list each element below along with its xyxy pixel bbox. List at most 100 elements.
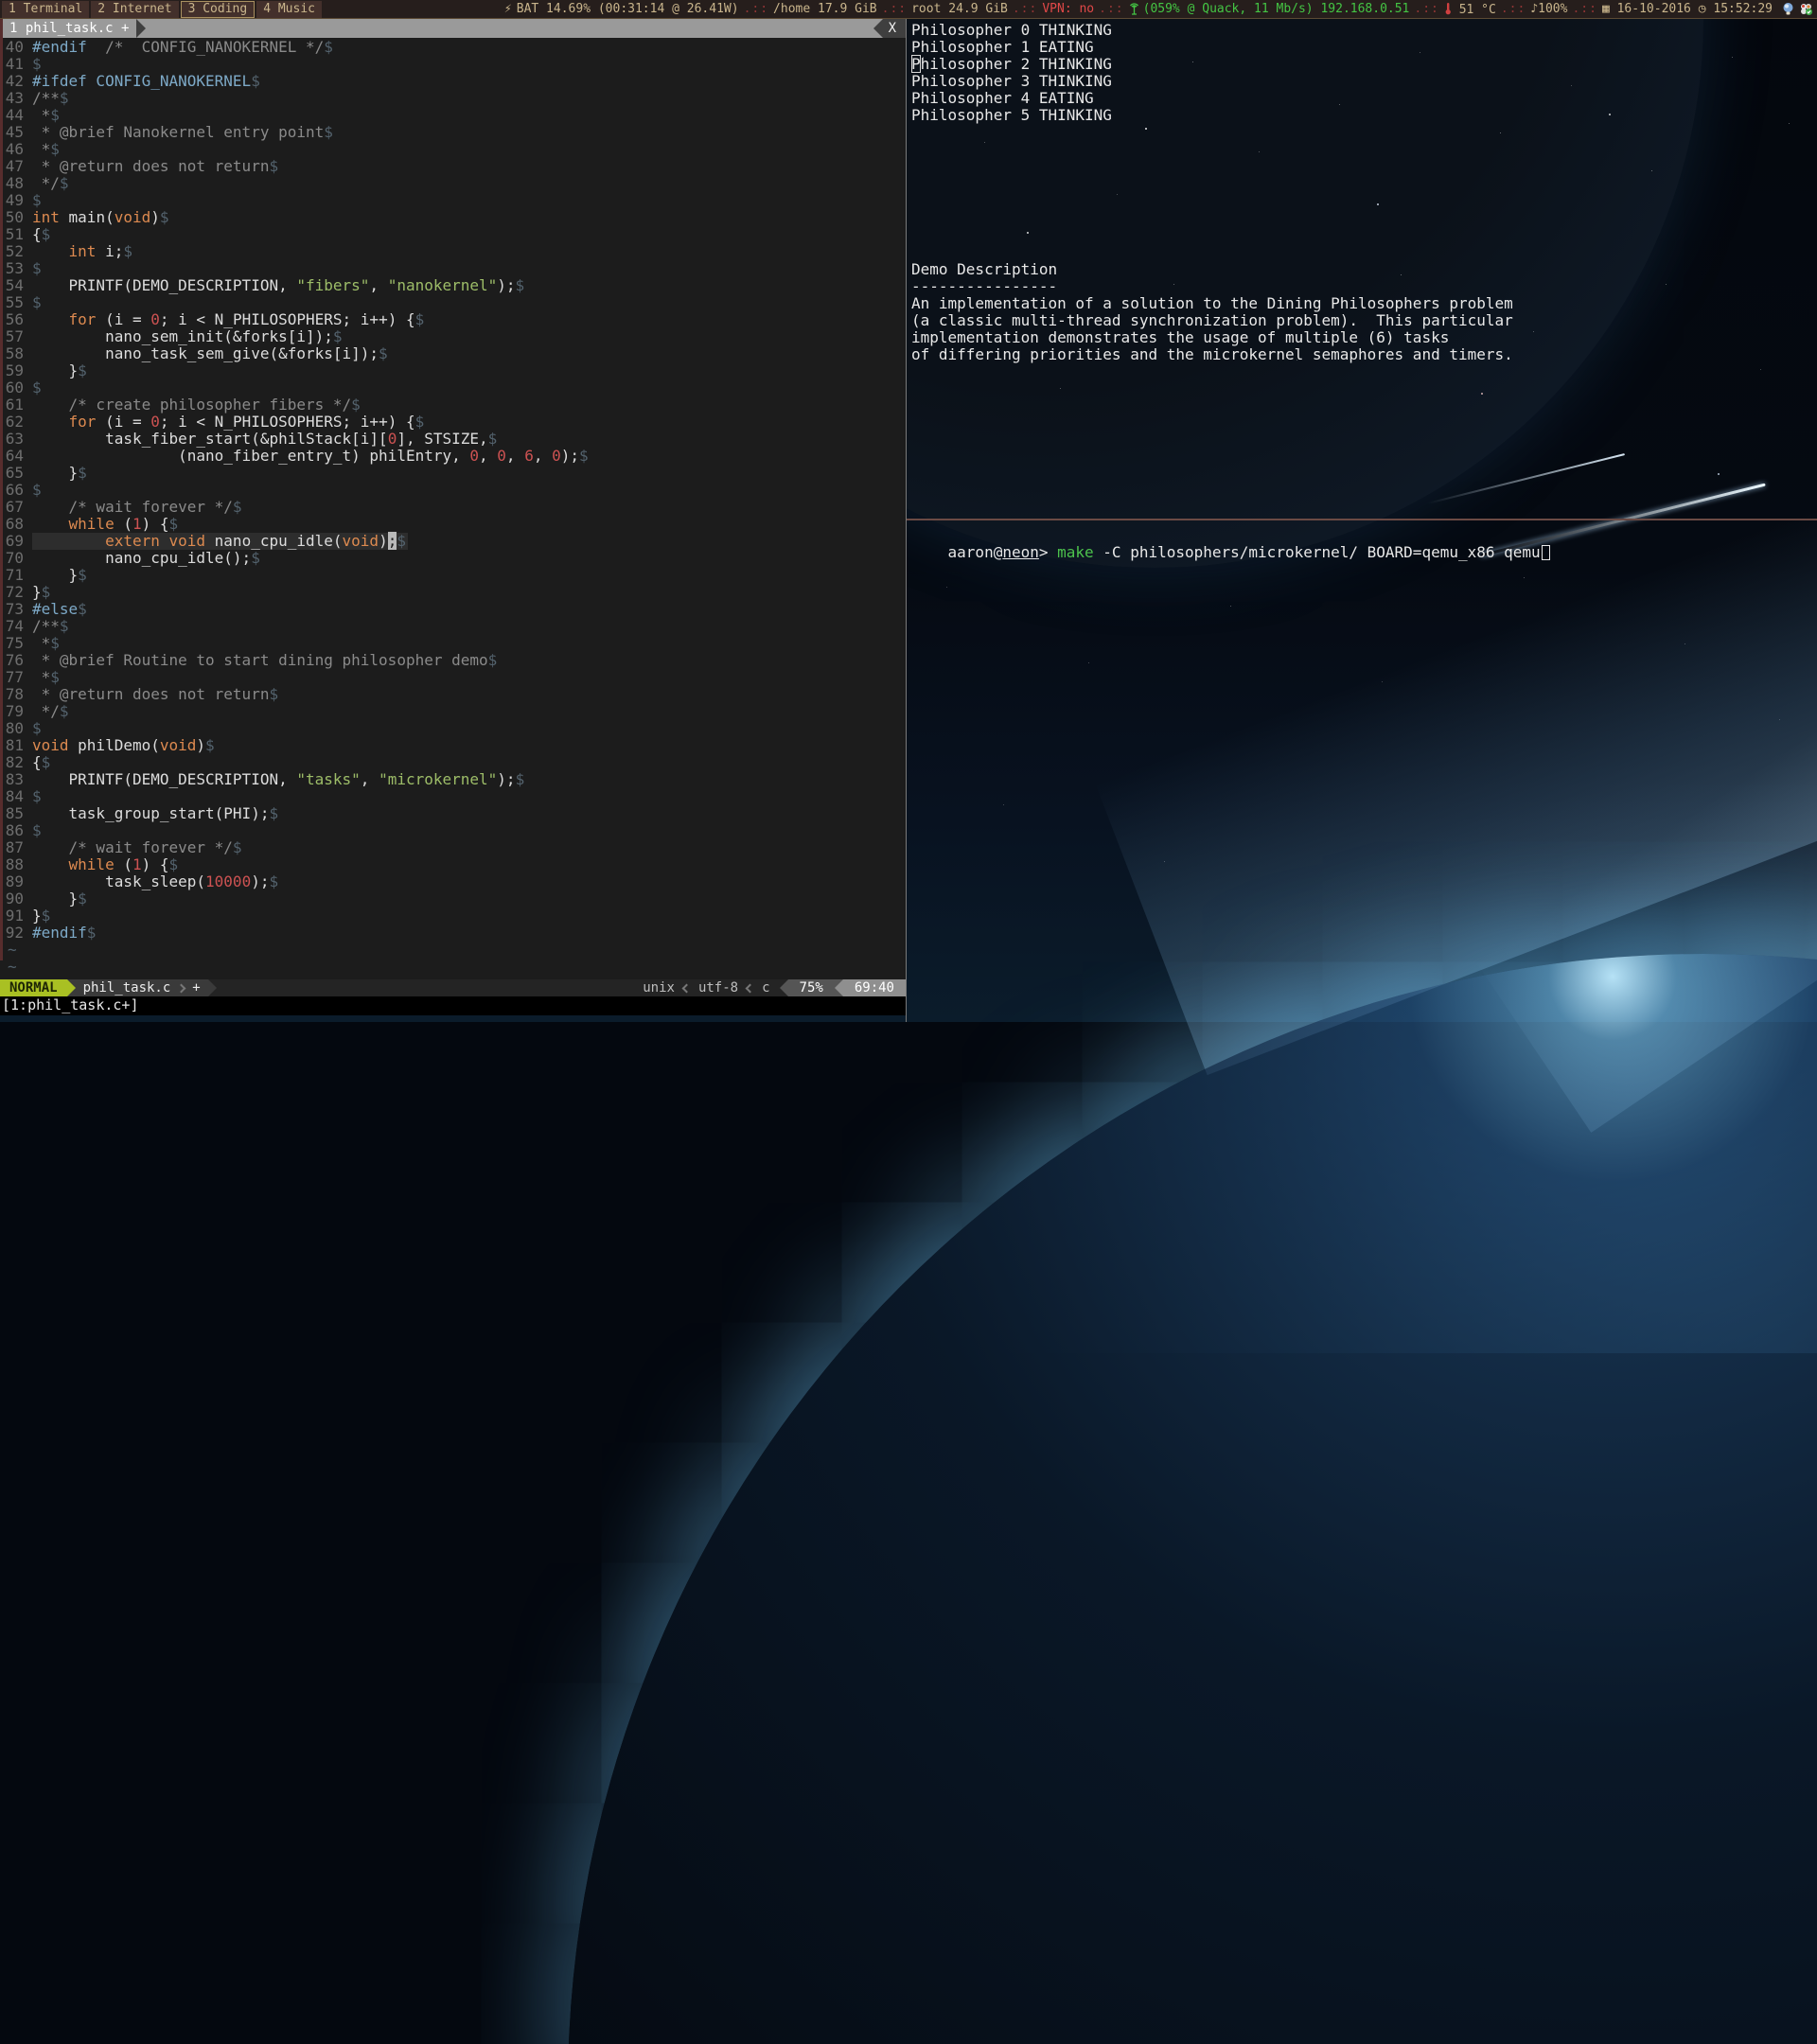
top-status-bar: 1 Terminal2 Internet3 Coding4 Music ⚡ BA…	[0, 0, 1817, 19]
terminal-cursor	[1542, 545, 1550, 560]
code-line: 41$	[0, 56, 906, 73]
line-text: *$	[32, 107, 60, 124]
calendar-icon: ▦	[1602, 2, 1610, 16]
code-line: 83 PRINTF(DEMO_DESCRIPTION, "tasks", "mi…	[0, 771, 906, 788]
code-line: 86$	[0, 822, 906, 839]
tab-close-button[interactable]: X	[883, 19, 906, 38]
separator: .::	[1501, 2, 1526, 16]
line-number: 43	[0, 90, 32, 107]
code-line: 68 while (1) {$	[0, 516, 906, 533]
vim-tabline: 1 phil_task.c + X	[0, 19, 906, 38]
code-line: 71 }$	[0, 567, 906, 584]
empty-line-marker: ~	[0, 942, 906, 959]
vim-tab-phil-task[interactable]: 1 phil_task.c +	[0, 19, 136, 38]
code-line: 57 nano_sem_init(&forks[i]);$	[0, 328, 906, 345]
separator: .::	[744, 2, 768, 16]
demo-description-line: An implementation of a solution to the D…	[911, 295, 1513, 312]
prompt-symbol: >	[1039, 543, 1057, 561]
line-text: $	[32, 56, 42, 73]
code-line: 46 *$	[0, 141, 906, 158]
powerline-arrow-icon	[835, 979, 843, 996]
line-text: /* create philosopher fibers */$	[32, 396, 361, 414]
code-line: 76 * @brief Routine to start dining phil…	[0, 652, 906, 669]
line-number: 77	[0, 669, 32, 686]
line-text: PRINTF(DEMO_DESCRIPTION, "tasks", "micro…	[32, 771, 524, 788]
filename-segment: phil_task.c +	[76, 979, 208, 996]
line-text: *$	[32, 635, 60, 652]
code-line: 82{$	[0, 754, 906, 771]
powerline-arrow-icon	[208, 979, 217, 996]
line-text: int main(void)$	[32, 209, 169, 226]
line-text: *$	[32, 669, 60, 686]
code-line: 59 }$	[0, 362, 906, 379]
line-number: 85	[0, 805, 32, 822]
line-number: 92	[0, 925, 32, 942]
line-text: $	[32, 720, 42, 737]
temperature-status: 51 °C	[1444, 2, 1496, 17]
line-number: 70	[0, 550, 32, 567]
code-line: 52 int i;$	[0, 243, 906, 260]
line-number: 84	[0, 788, 32, 805]
code-line: 43/**$	[0, 90, 906, 107]
philosopher-status-line: Philosopher 3 THINKING	[911, 73, 1112, 90]
workspace-4-music[interactable]: 4 Music	[256, 1, 322, 18]
statusline-fill	[217, 979, 634, 996]
time-value: 15:52:29	[1713, 2, 1773, 16]
shell-prompt[interactable]: aaron@neon> make -C philosophers/microke…	[911, 527, 1550, 578]
code-line: 81void philDemo(void)$	[0, 737, 906, 754]
line-text: /**$	[32, 618, 69, 635]
line-number: 89	[0, 873, 32, 890]
line-text: #endif$	[32, 925, 96, 942]
line-text: #endif /* CONFIG_NANOKERNEL */$	[32, 39, 333, 56]
code-line: 88 while (1) {$	[0, 856, 906, 873]
philosopher-status-line: Philosopher 2 THINKING	[911, 56, 1112, 73]
code-line: 63 task_fiber_start(&philStack[i][0], ST…	[0, 431, 906, 448]
line-text: $	[32, 788, 42, 805]
line-text: void philDemo(void)$	[32, 737, 215, 754]
line-number: 75	[0, 635, 32, 652]
line-number: 65	[0, 465, 32, 482]
workspace-1-terminal[interactable]: 1 Terminal	[2, 1, 89, 18]
code-buffer[interactable]: 40#endif /* CONFIG_NANOKERNEL */$41$42#i…	[0, 38, 906, 979]
code-line: 70 nano_cpu_idle();$	[0, 550, 906, 567]
line-text: nano_sem_init(&forks[i]);$	[32, 328, 343, 345]
line-number: 71	[0, 567, 32, 584]
line-number: 86	[0, 822, 32, 839]
updater-tray-icon[interactable]	[1799, 2, 1813, 16]
line-number: 55	[0, 294, 32, 311]
workspace-3-coding[interactable]: 3 Coding	[181, 1, 256, 18]
line-text: * @brief Nanokernel entry point$	[32, 124, 333, 141]
line-text: $	[32, 294, 42, 311]
system-tray	[1781, 2, 1813, 16]
line-number: 91	[0, 907, 32, 925]
code-line: 77 *$	[0, 669, 906, 686]
workspace-2-internet[interactable]: 2 Internet	[91, 1, 178, 18]
terminal-cursor: P	[911, 55, 921, 73]
line-text: }$	[32, 907, 50, 925]
thermometer-icon	[1444, 2, 1452, 15]
powerline-arrow-icon	[67, 979, 76, 996]
line-number: 73	[0, 601, 32, 618]
line-number: 49	[0, 192, 32, 209]
terminal-buffer-title: [1:phil_task.c+]	[0, 996, 906, 1015]
line-number: 88	[0, 856, 32, 873]
line-number: 60	[0, 379, 32, 396]
code-line: 84$	[0, 788, 906, 805]
powerline-arrow-icon	[780, 979, 788, 996]
root-disk-usage: root 24.9 GiB	[911, 2, 1008, 16]
code-line: 87 /* wait forever */$	[0, 839, 906, 856]
date-value: 16-10-2016	[1617, 2, 1691, 16]
line-text: for (i = 0; i < N_PHILOSOPHERS; i++) {$	[32, 414, 424, 431]
powerline-arrow-icon	[873, 19, 883, 38]
code-line: 69 extern void nano_cpu_idle(void);$	[0, 533, 906, 550]
line-text: */$	[32, 175, 69, 192]
code-line: 48 */$	[0, 175, 906, 192]
qemu-console-output[interactable]: Philosopher 0 THINKINGPhilosopher 1 EATI…	[911, 22, 1112, 124]
clock-icon: ◷	[1699, 2, 1706, 16]
lamp-tray-icon[interactable]	[1781, 2, 1795, 16]
code-line: 66$	[0, 482, 906, 499]
line-number: 63	[0, 431, 32, 448]
code-line: 53$	[0, 260, 906, 277]
pane-split-border[interactable]	[907, 519, 1817, 520]
code-line: 55$	[0, 294, 906, 311]
